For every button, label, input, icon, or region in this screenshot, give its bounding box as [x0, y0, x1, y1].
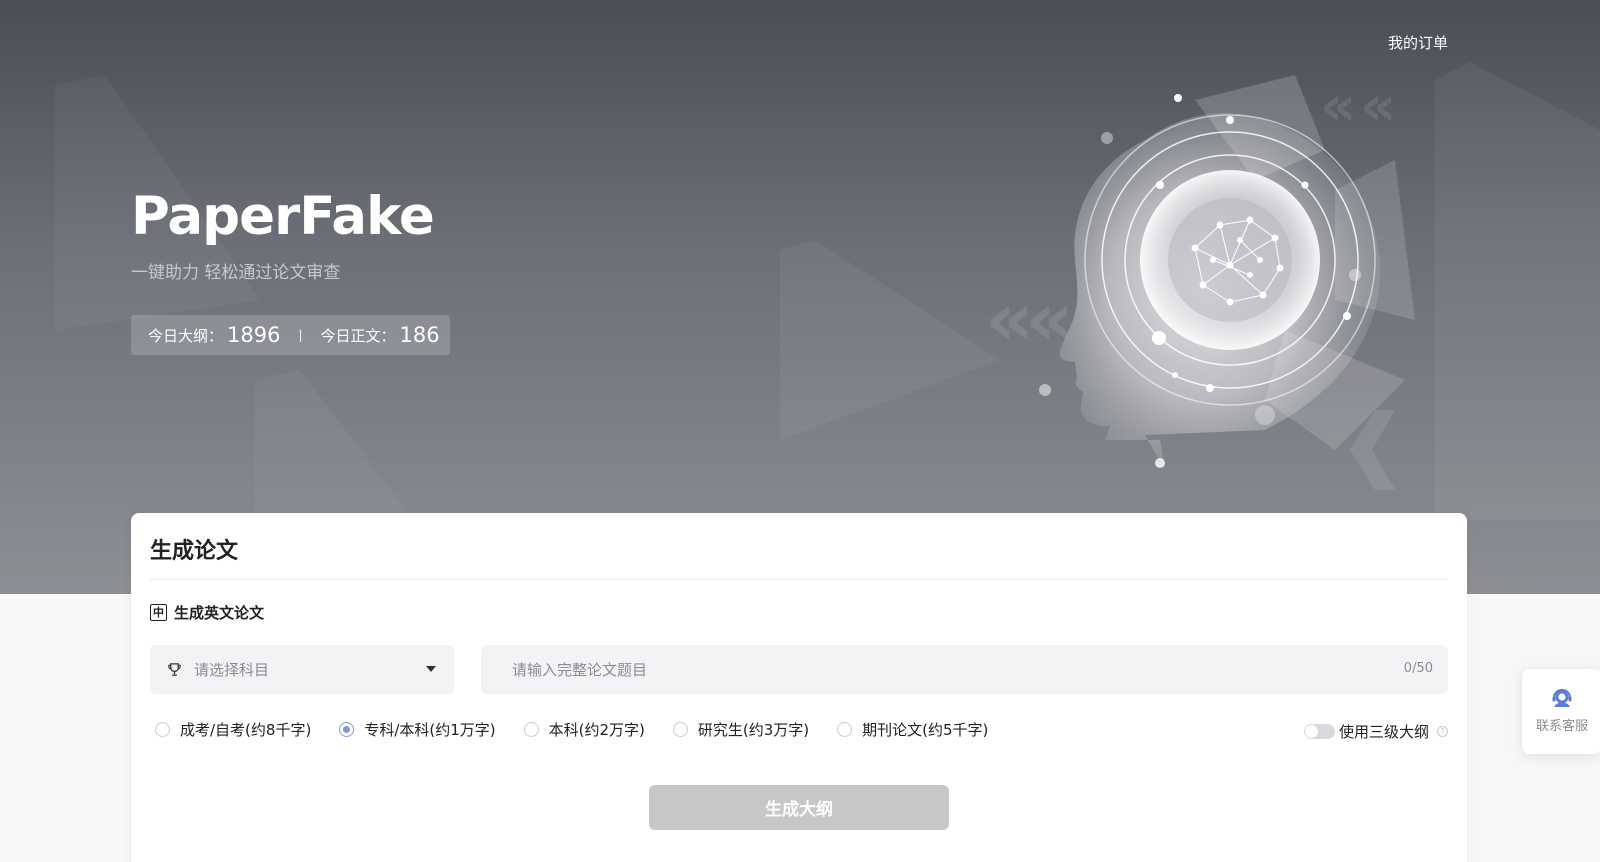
daily-stats-bar: 今日大纲： 1896 | 今日正文： 186: [131, 315, 450, 355]
customer-service-label: 联系客服: [1535, 719, 1588, 734]
paper-title-input[interactable]: [512, 660, 1332, 679]
chevron-down-icon: [426, 666, 436, 672]
generate-paper-card: 生成论文 中 生成英文论文 请选择科目 0/50 成考/自考(约8千字) 专科/…: [131, 513, 1467, 862]
radio-dot[interactable]: [155, 722, 170, 737]
subject-select-placeholder: 请选择科目: [194, 661, 270, 679]
three-level-outline-toggle[interactable]: 使用三级大纲 ?: [1303, 721, 1448, 742]
stats-separator: |: [298, 328, 303, 342]
brand-tagline: 一键助力 轻松通过论文审查: [131, 263, 341, 283]
customer-service-widget[interactable]: 联系客服: [1522, 669, 1600, 754]
radio-dot[interactable]: [339, 722, 355, 737]
level-label: 本科(约2万字): [548, 721, 645, 739]
toggle-switch[interactable]: [1303, 724, 1335, 739]
level-radio-bachelor[interactable]: 本科(约2万字): [523, 719, 645, 740]
level-radio-self-exam[interactable]: 成考/自考(约8千字): [155, 719, 311, 740]
level-label: 期刊论文(约5千字): [862, 721, 989, 739]
generate-outline-button[interactable]: 生成大纲: [649, 785, 949, 830]
title-char-counter: 0/50: [1403, 661, 1433, 676]
generate-english-label: 生成英文论文: [174, 604, 265, 622]
three-level-outline-label: 使用三级大纲: [1338, 723, 1429, 741]
generate-english-paper-toggle[interactable]: 中 生成英文论文: [150, 602, 264, 623]
outline-count-label: 今日大纲：: [148, 326, 224, 345]
level-radio-journal[interactable]: 期刊论文(约5千字): [837, 719, 988, 740]
brand-title: PaperFake: [131, 186, 435, 247]
outline-count-value: 1896: [227, 323, 281, 347]
level-label: 专科/本科(约1万字): [364, 721, 496, 739]
chinese-english-icon: 中: [150, 604, 167, 621]
trophy-icon: [168, 663, 181, 676]
paper-title-field[interactable]: 0/50: [481, 645, 1448, 694]
body-count-label: 今日正文：: [320, 326, 396, 345]
ai-head-illustration: [1039, 75, 1415, 470]
subject-select[interactable]: 请选择科目: [150, 645, 454, 694]
card-title: 生成论文: [150, 539, 239, 564]
level-radio-graduate[interactable]: 研究生(约3万字): [672, 719, 810, 740]
hero-banner: « « « « 我的订单 PaperFake 一键助力 轻松通过论文审查 今日大…: [0, 0, 1600, 594]
radio-dot[interactable]: [523, 722, 539, 737]
body-count-value: 186: [399, 323, 440, 347]
my-orders-link[interactable]: 我的订单: [1388, 32, 1448, 53]
card-divider: [150, 579, 1448, 580]
customer-service-icon: [1552, 689, 1572, 707]
radio-dot[interactable]: [672, 722, 688, 737]
level-label: 成考/自考(约8千字): [180, 721, 312, 739]
paper-level-radio-group: 成考/自考(约8千字) 专科/本科(约1万字) 本科(约2万字) 研究生(约3万…: [155, 719, 1016, 740]
level-radio-associate-bachelor[interactable]: 专科/本科(约1万字): [339, 719, 496, 740]
help-icon[interactable]: ?: [1437, 726, 1448, 737]
level-label: 研究生(约3万字): [697, 721, 810, 739]
toggle-knob: [1304, 725, 1318, 738]
radio-dot[interactable]: [837, 722, 853, 737]
